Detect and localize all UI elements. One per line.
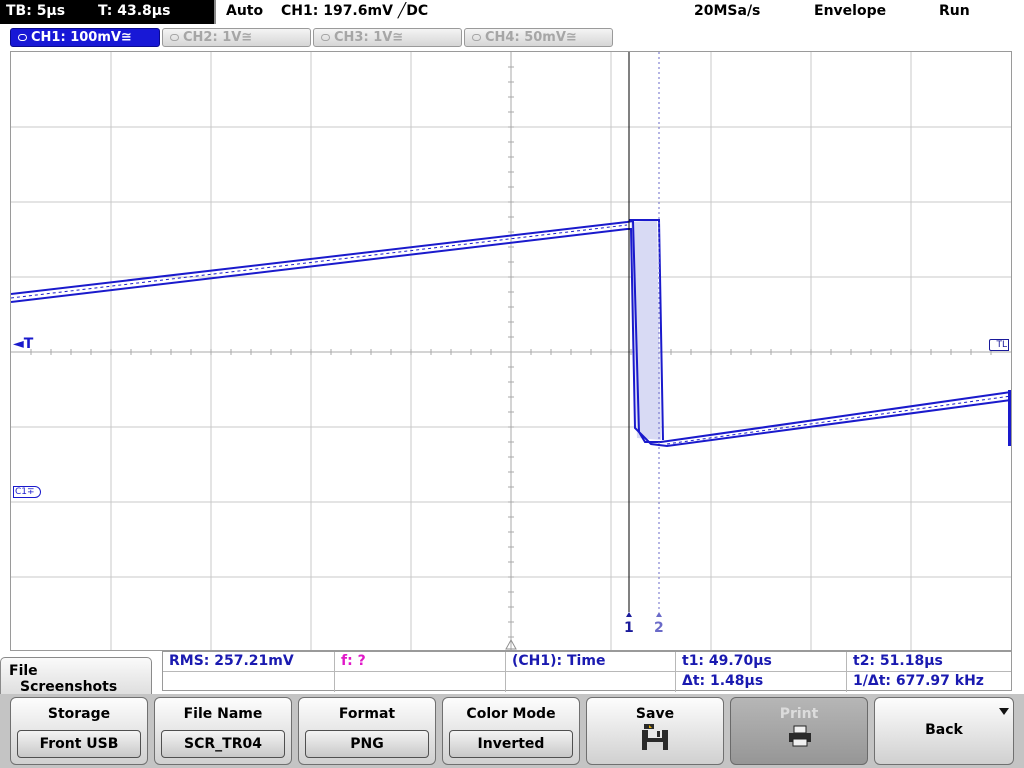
file-name-value[interactable]: SCR_TR04	[161, 730, 285, 758]
print-title: Print	[779, 706, 819, 722]
cursor-1-label: 1	[624, 620, 634, 636]
color-mode-value[interactable]: Inverted	[449, 730, 573, 758]
tab-ch4-label: CH4: 50mV≅	[485, 30, 577, 45]
empty-cell	[163, 672, 335, 692]
acquire-mode: Envelope	[814, 3, 887, 19]
tab-ch1[interactable]: CH1: 100mV≅	[10, 28, 160, 47]
trigger-level: CH1: 197.6mV ╱DC	[281, 3, 429, 19]
menu-title-line1: File	[9, 663, 38, 679]
save-title: Save	[635, 706, 675, 722]
trigger-mode: Auto	[226, 3, 264, 19]
frequency-measurement: f: ?	[335, 652, 506, 672]
graticule	[11, 52, 1011, 650]
divider	[214, 0, 216, 24]
print-softkey[interactable]: Print	[730, 697, 868, 765]
timebase-panel: TB: 5µs T: 43.8µs	[0, 0, 214, 24]
empty-cell	[335, 672, 506, 692]
ch1-reference-marker: C1∓	[13, 486, 41, 498]
waveform-display[interactable]: ◄T TL C1∓ 1 2	[10, 51, 1012, 651]
format-title: Format	[338, 706, 396, 722]
delay-readout: T: 43.8µs	[98, 3, 171, 19]
menu-title-line2: Screenshots	[20, 679, 118, 695]
cursor-2-marker-icon	[656, 612, 662, 617]
back-softkey[interactable]: Back	[874, 697, 1014, 765]
tab-ch1-label: CH1: 100mV≅	[31, 30, 132, 45]
timebase-readout: TB: 5µs	[6, 3, 66, 19]
cursor-2-label: 2	[654, 620, 664, 636]
back-title: Back	[925, 722, 963, 738]
format-value[interactable]: PNG	[305, 730, 429, 758]
color-mode-title: Color Mode	[466, 706, 556, 722]
color-mode-softkey[interactable]: Color Mode Inverted	[442, 697, 580, 765]
ch1-noise-before	[11, 224, 628, 299]
trigger-marker: ◄T	[13, 336, 34, 352]
tab-ch4[interactable]: CH4: 50mV≅	[464, 28, 613, 47]
format-softkey[interactable]: Format PNG	[298, 697, 436, 765]
ch1-noise-after	[666, 395, 1011, 445]
ch1-indicator-icon	[18, 34, 27, 41]
floppy-disk-icon	[642, 724, 668, 750]
menu-title: File Screenshots	[0, 657, 152, 695]
cursor-source: (CH1): Time	[506, 652, 676, 672]
save-softkey[interactable]: Save	[586, 697, 724, 765]
file-name-title: File Name	[183, 706, 263, 722]
triangle-corner-icon	[999, 708, 1009, 715]
cursor-1-marker-icon	[626, 612, 632, 617]
file-name-softkey[interactable]: File Name SCR_TR04	[154, 697, 292, 765]
tab-ch3[interactable]: CH3: 1V≅	[313, 28, 462, 47]
cursor-t2: t2: 51.18µs	[847, 652, 1011, 672]
storage-value[interactable]: Front USB	[17, 730, 141, 758]
tab-ch2[interactable]: CH2: 1V≅	[162, 28, 311, 47]
trigger-level-marker: TL	[989, 339, 1009, 351]
ch2-indicator-icon	[170, 34, 179, 41]
storage-softkey[interactable]: Storage Front USB	[10, 697, 148, 765]
measurement-panel: RMS: 257.21mV f: ? (CH1): Time t1: 49.70…	[162, 651, 1012, 692]
run-state: Run	[939, 3, 970, 19]
ch3-indicator-icon	[321, 34, 330, 41]
cursor-t1: t1: 49.70µs	[676, 652, 847, 672]
tab-ch2-label: CH2: 1V≅	[183, 30, 253, 45]
status-bar: TB: 5µs T: 43.8µs Auto CH1: 197.6mV ╱DC …	[0, 0, 1024, 24]
rms-measurement: RMS: 257.21mV	[163, 652, 335, 672]
sample-rate: 20MSa/s	[694, 3, 761, 19]
ch1-edge-marker	[1008, 390, 1011, 446]
printer-icon	[789, 725, 811, 747]
tab-ch3-label: CH3: 1V≅	[334, 30, 404, 45]
ch4-indicator-icon	[472, 34, 481, 41]
cursor-delta: Δt: 1.48µs	[676, 672, 847, 692]
storage-title: Storage	[47, 706, 111, 722]
cursor-inverse-delta: 1/Δt: 677.97 kHz	[853, 673, 984, 689]
empty-cell	[506, 672, 676, 692]
